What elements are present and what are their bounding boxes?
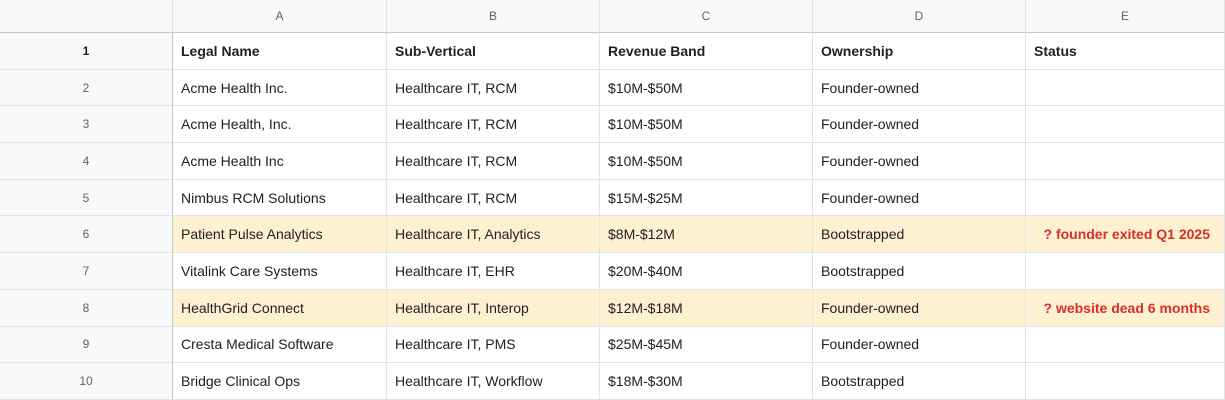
row-header-1[interactable]: 1 xyxy=(0,33,173,70)
cell-b10[interactable]: Healthcare IT, Workflow xyxy=(387,363,600,400)
cell-d5[interactable]: Founder-owned xyxy=(813,179,1026,217)
cell-d9[interactable]: Founder-owned xyxy=(813,326,1026,364)
cell-b8[interactable]: Healthcare IT, Interop xyxy=(387,289,600,327)
cell-c8[interactable]: $12M-$18M xyxy=(600,289,813,327)
cell-d1[interactable]: Ownership xyxy=(813,33,1026,70)
cell-d3[interactable]: Founder-owned xyxy=(813,106,1026,144)
cell-a9[interactable]: Cresta Medical Software xyxy=(173,326,387,364)
cell-b6[interactable]: Healthcare IT, Analytics xyxy=(387,216,600,254)
column-header-e[interactable]: E xyxy=(1026,0,1225,33)
cell-c2[interactable]: $10M-$50M xyxy=(600,69,813,107)
cell-e8-status-flag[interactable]: ? website dead 6 months xyxy=(1026,289,1225,327)
cell-a10[interactable]: Bridge Clinical Ops xyxy=(173,363,387,400)
row-header-8[interactable]: 8 xyxy=(0,289,173,327)
cell-e2[interactable] xyxy=(1026,69,1225,107)
cell-c1[interactable]: Revenue Band xyxy=(600,33,813,70)
cell-c7[interactable]: $20M-$40M xyxy=(600,253,813,290)
cell-d2[interactable]: Founder-owned xyxy=(813,69,1026,107)
cell-e3[interactable] xyxy=(1026,106,1225,144)
cell-e5[interactable] xyxy=(1026,179,1225,217)
cell-e1[interactable]: Status xyxy=(1026,33,1225,70)
cell-d7[interactable]: Bootstrapped xyxy=(813,253,1026,290)
cell-e4[interactable] xyxy=(1026,143,1225,180)
cell-e10[interactable] xyxy=(1026,363,1225,400)
cell-d4[interactable]: Founder-owned xyxy=(813,143,1026,180)
cell-e9[interactable] xyxy=(1026,326,1225,364)
row-header-3[interactable]: 3 xyxy=(0,106,173,144)
cell-a8[interactable]: HealthGrid Connect xyxy=(173,289,387,327)
spreadsheet: A B C D E 1 Legal Name Sub-Vertical Reve… xyxy=(0,0,1225,400)
cell-c4[interactable]: $10M-$50M xyxy=(600,143,813,180)
cell-b2[interactable]: Healthcare IT, RCM xyxy=(387,69,600,107)
cell-b7[interactable]: Healthcare IT, EHR xyxy=(387,253,600,290)
cell-d10[interactable]: Bootstrapped xyxy=(813,363,1026,400)
cell-b9[interactable]: Healthcare IT, PMS xyxy=(387,326,600,364)
row-header-10[interactable]: 10 xyxy=(0,363,173,400)
row-header-4[interactable]: 4 xyxy=(0,143,173,180)
cell-d8[interactable]: Founder-owned xyxy=(813,289,1026,327)
cell-a6[interactable]: Patient Pulse Analytics xyxy=(173,216,387,254)
column-header-a[interactable]: A xyxy=(173,0,387,33)
cell-a1[interactable]: Legal Name xyxy=(173,33,387,70)
column-header-b[interactable]: B xyxy=(387,0,600,33)
cell-e7[interactable] xyxy=(1026,253,1225,290)
cell-b5[interactable]: Healthcare IT, RCM xyxy=(387,179,600,217)
cell-a5[interactable]: Nimbus RCM Solutions xyxy=(173,179,387,217)
column-header-c[interactable]: C xyxy=(600,0,813,33)
row-header-2[interactable]: 2 xyxy=(0,69,173,107)
cell-a3[interactable]: Acme Health, Inc. xyxy=(173,106,387,144)
cell-d6[interactable]: Bootstrapped xyxy=(813,216,1026,254)
column-header-d[interactable]: D xyxy=(813,0,1026,33)
cell-a2[interactable]: Acme Health Inc. xyxy=(173,69,387,107)
cell-c9[interactable]: $25M-$45M xyxy=(600,326,813,364)
cell-c3[interactable]: $10M-$50M xyxy=(600,106,813,144)
cell-b1[interactable]: Sub-Vertical xyxy=(387,33,600,70)
row-header-5[interactable]: 5 xyxy=(0,179,173,217)
cell-c6[interactable]: $8M-$12M xyxy=(600,216,813,254)
cell-b3[interactable]: Healthcare IT, RCM xyxy=(387,106,600,144)
cell-c5[interactable]: $15M-$25M xyxy=(600,179,813,217)
cell-a7[interactable]: Vitalink Care Systems xyxy=(173,253,387,290)
select-all-corner[interactable] xyxy=(0,0,173,33)
row-header-6[interactable]: 6 xyxy=(0,216,173,254)
cell-c10[interactable]: $18M-$30M xyxy=(600,363,813,400)
cell-e6-status-flag[interactable]: ? founder exited Q1 2025 xyxy=(1026,216,1225,254)
cell-b4[interactable]: Healthcare IT, RCM xyxy=(387,143,600,180)
spreadsheet-grid: A B C D E 1 Legal Name Sub-Vertical Reve… xyxy=(0,0,1225,400)
row-header-9[interactable]: 9 xyxy=(0,326,173,364)
row-header-7[interactable]: 7 xyxy=(0,253,173,290)
cell-a4[interactable]: Acme Health Inc xyxy=(173,143,387,180)
